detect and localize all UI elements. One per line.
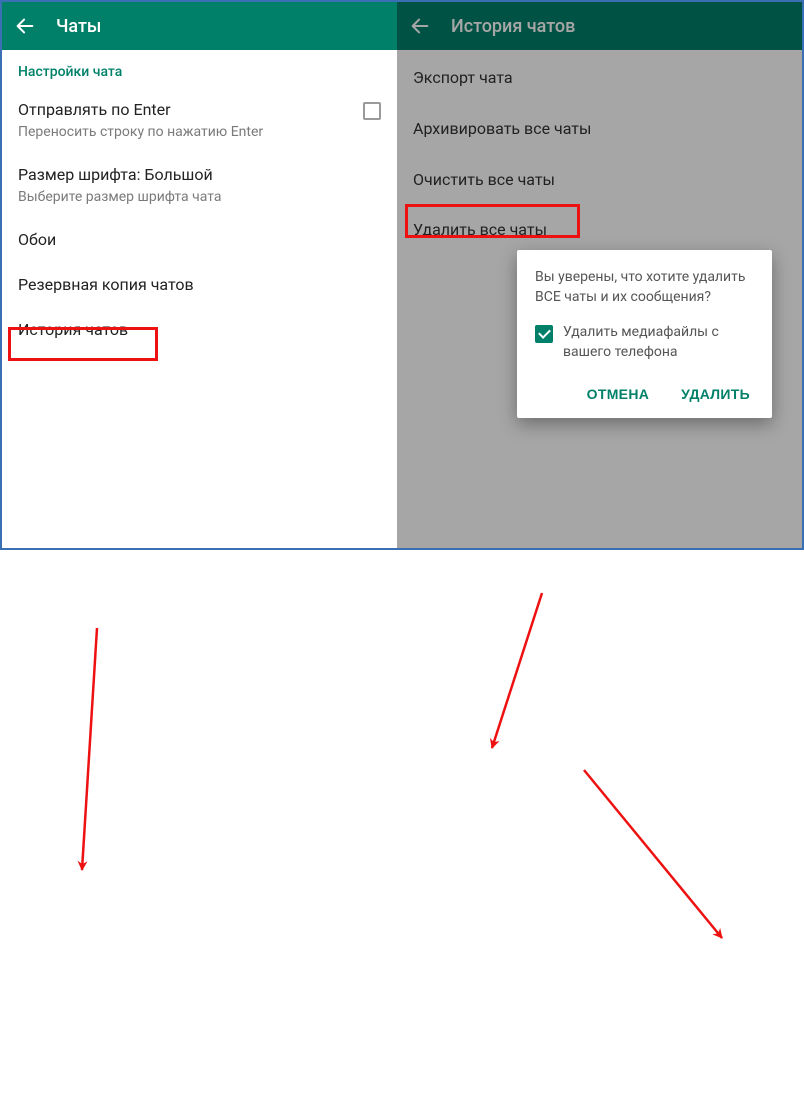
- row-chat-history[interactable]: История чатов: [2, 308, 397, 353]
- row-title: Размер шрифта: Большой: [18, 165, 381, 186]
- chats-header: Чаты: [2, 2, 397, 50]
- dialog-media-option[interactable]: Удалить медиафайлы с вашего телефона: [535, 323, 754, 362]
- row-wallpaper[interactable]: Обои: [2, 218, 397, 263]
- chats-settings-content: Настройки чата Отправлять по Enter Перен…: [2, 50, 397, 548]
- row-title: Очистить все чаты: [413, 170, 786, 191]
- row-delete-all[interactable]: Удалить все чаты: [397, 202, 802, 253]
- row-subtitle: Переносить строку по нажатию Enter: [18, 123, 263, 141]
- phone-right-screen: История чатов Экспорт чата Архивировать …: [397, 2, 802, 548]
- row-title: Резервная копия чатов: [18, 275, 381, 296]
- checkbox-unchecked-icon[interactable]: [363, 102, 381, 120]
- header-title: Чаты: [56, 16, 101, 37]
- row-font-size[interactable]: Размер шрифта: Большой Выберите размер ш…: [2, 153, 397, 218]
- chat-history-header: История чатов: [397, 2, 802, 50]
- row-title: Архивировать все чаты: [413, 119, 786, 140]
- dialog-message: Вы уверены, что хотите удалить ВСЕ чаты …: [535, 268, 754, 307]
- cancel-button[interactable]: ОТМЕНА: [583, 380, 653, 408]
- chat-settings-subheader: Настройки чата: [2, 50, 397, 88]
- row-title: История чатов: [18, 320, 381, 341]
- delete-button[interactable]: УДАЛИТЬ: [677, 380, 754, 408]
- row-export-chat[interactable]: Экспорт чата: [397, 50, 802, 101]
- row-archive-all[interactable]: Архивировать все чаты: [397, 101, 802, 152]
- phone-left-screen: Чаты Настройки чата Отправлять по Enter …: [2, 2, 397, 548]
- row-clear-all[interactable]: Очистить все чаты: [397, 152, 802, 203]
- row-title: Экспорт чата: [413, 68, 786, 89]
- row-title: Удалить все чаты: [413, 220, 786, 241]
- row-title: Отправлять по Enter: [18, 100, 263, 121]
- annotation-arrows-overlay: [2, 548, 804, 1098]
- back-arrow-icon[interactable]: [14, 15, 36, 37]
- dialog-actions: ОТМЕНА УДАЛИТЬ: [535, 380, 754, 408]
- header-title: История чатов: [451, 16, 575, 37]
- row-send-on-enter[interactable]: Отправлять по Enter Переносить строку по…: [2, 88, 397, 153]
- back-arrow-icon[interactable]: [409, 15, 431, 37]
- row-subtitle: Выберите размер шрифта чата: [18, 188, 381, 206]
- dialog-option-label: Удалить медиафайлы с вашего телефона: [563, 323, 754, 362]
- confirm-delete-dialog: Вы уверены, что хотите удалить ВСЕ чаты …: [517, 250, 772, 418]
- checkbox-checked-icon[interactable]: [535, 325, 553, 343]
- row-title: Обои: [18, 230, 381, 251]
- row-backup[interactable]: Резервная копия чатов: [2, 263, 397, 308]
